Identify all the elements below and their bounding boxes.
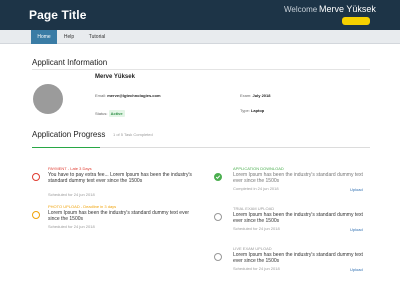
status-badge: Active	[108, 110, 125, 117]
task-description: Lorem Ipsum has been the industry's stan…	[48, 210, 190, 222]
task-description: Lorem Ipsum has been the industry's stan…	[233, 172, 363, 184]
progress-bar	[32, 147, 370, 148]
upload-link[interactable]: Upload	[350, 187, 363, 192]
task-date: Scheduled for 24 jun 2018	[48, 224, 95, 229]
email-label: Email:	[95, 93, 107, 98]
circle-icon	[32, 173, 40, 181]
email-value: merve@lgtechnologies.com	[107, 93, 161, 98]
progress-bar-fill	[32, 147, 100, 148]
task-date: Completed in 24 jun 2018	[233, 186, 279, 191]
check-circle-icon	[214, 173, 222, 181]
applicant-name: Merve Yüksek	[95, 74, 135, 80]
welcome-text: Welcome	[284, 5, 318, 14]
top-header: Page Title Welcome Merve Yüksek	[0, 0, 400, 30]
upload-link[interactable]: Upload	[350, 227, 363, 232]
circle-icon	[214, 213, 222, 221]
page-title: Page Title	[29, 8, 87, 22]
task-label: LIVE EXAM UPLOAD	[233, 246, 272, 251]
task-label: TRIAL EXAM UPLOAD	[233, 206, 275, 211]
task-description: You have to pay extra fee... Lorem Ipsum…	[48, 172, 192, 184]
task-date: Scheduled for 24 jun 2018	[233, 266, 280, 271]
exam-label: Exam:	[240, 93, 252, 98]
exam-row: Exam: July 2018	[240, 93, 270, 98]
type-row: Type: Laptop	[240, 108, 264, 113]
email-row: Email: merve@lgtechnologies.com	[95, 93, 161, 98]
user-name[interactable]: Merve Yüksek	[319, 4, 376, 14]
task-date: Scheduled for 24 jun 2018	[48, 192, 95, 197]
progress-caption: 1 of 5 Task Completed	[113, 132, 153, 137]
task-label: PAYMENT - Late 3 Days	[48, 166, 92, 171]
progress-section-title: Application Progress	[32, 130, 106, 139]
header-action-button[interactable]	[342, 17, 370, 25]
circle-icon	[32, 211, 40, 219]
status-label: Status:	[95, 111, 108, 116]
circle-icon	[214, 253, 222, 261]
task-description: Lorem Ipsum has been the industry's stan…	[233, 252, 363, 264]
task-label: PHOTO UPLOAD - Deadline in 3 days	[48, 204, 117, 209]
status-row: Status: Active	[95, 110, 125, 117]
nav-item-help[interactable]: Help	[60, 30, 78, 44]
type-label: Type:	[240, 108, 250, 113]
exam-value: July 2018	[252, 93, 271, 98]
nav-item-home[interactable]: Home	[31, 30, 57, 44]
avatar	[33, 84, 63, 114]
nav-item-tutorial[interactable]: Tutorial	[82, 30, 112, 44]
task-date: Scheduled for 24 jun 2018	[233, 226, 280, 231]
task-description: Lorem Ipsum has been the industry's stan…	[233, 212, 363, 224]
type-value: Laptop	[250, 108, 265, 113]
applicant-section-title: Applicant Information	[32, 58, 108, 67]
upload-link[interactable]: Upload	[350, 267, 363, 272]
applicant-divider	[32, 69, 370, 70]
nav-bar: Home Help Tutorial	[0, 30, 400, 44]
task-label: APPLICATION DOWNLOAD	[233, 166, 284, 171]
